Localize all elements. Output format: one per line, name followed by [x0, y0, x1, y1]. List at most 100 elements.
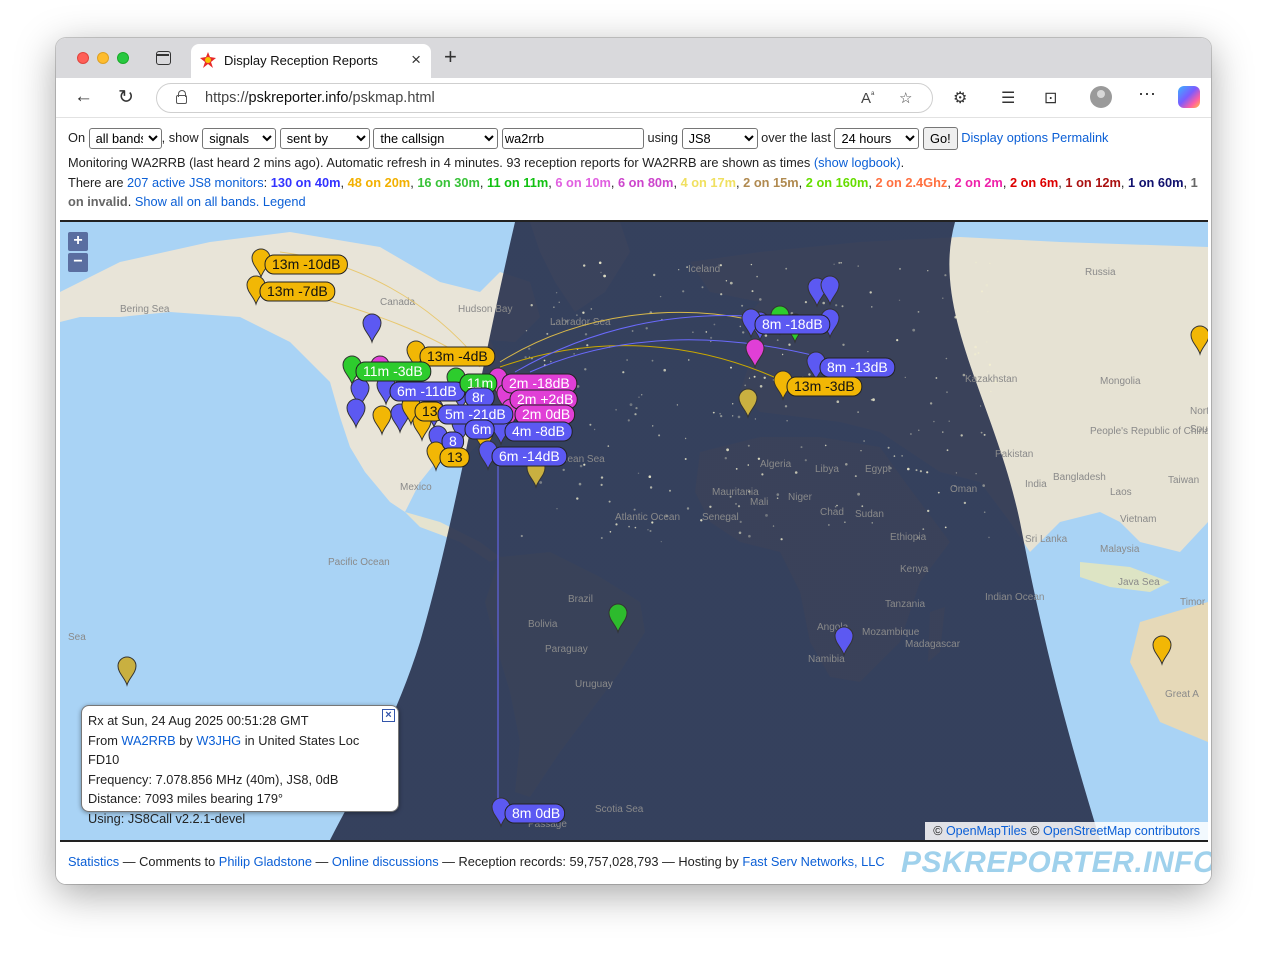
city-light: [600, 537, 603, 539]
openmaptiles-link[interactable]: OpenMapTiles: [946, 824, 1027, 838]
city-light: [927, 270, 929, 272]
minimize-window-button[interactable]: [97, 52, 109, 64]
city-light: [682, 290, 685, 293]
bands-prefix: There are: [68, 174, 124, 190]
read-aloud-icon[interactable]: Aᵃ: [861, 89, 874, 107]
place-label: Chad: [820, 507, 844, 518]
hosting-link[interactable]: Fast Serv Networks, LLC: [742, 854, 884, 869]
go-button[interactable]: Go!: [923, 127, 958, 150]
band-count[interactable]: 130 on 40m: [271, 175, 341, 190]
band-count[interactable]: 6 on 10m: [555, 175, 610, 190]
city-light: [709, 505, 712, 508]
city-light: [627, 419, 630, 422]
callsign-input[interactable]: [501, 128, 644, 149]
new-tab-icon[interactable]: +: [444, 44, 457, 70]
city-light: [786, 420, 788, 422]
reception-info-popup: × Rx at Sun, 24 Aug 2025 00:51:28 GMT Fr…: [81, 705, 399, 826]
spot-label[interactable]: 6m -14dB: [491, 446, 568, 467]
band-count[interactable]: 2 on 2m: [954, 175, 1002, 190]
city-light: [948, 420, 950, 422]
place-label: Brazil: [568, 594, 593, 605]
permalink-link[interactable]: Permalink: [1052, 130, 1109, 145]
author-link[interactable]: Philip Gladstone: [219, 854, 312, 869]
band-count[interactable]: 6 on 80m: [618, 175, 673, 190]
city-light: [824, 444, 827, 447]
back-arrow-icon[interactable]: ←: [74, 86, 93, 108]
spot-label[interactable]: 6m -11dB: [389, 381, 466, 402]
city-light: [982, 484, 985, 487]
tab-actions-icon[interactable]: [156, 51, 171, 65]
band-count[interactable]: 2 on 6m: [1010, 175, 1058, 190]
show-select[interactable]: signals: [202, 128, 277, 149]
reload-icon[interactable]: ↻: [118, 86, 134, 109]
by-callsign-link[interactable]: W3JHG: [196, 733, 241, 748]
city-light: [987, 311, 989, 313]
tab-active[interactable]: Display Reception Reports ×: [191, 44, 431, 78]
band-count[interactable]: 2 on 15m: [743, 175, 798, 190]
city-light: [688, 359, 690, 361]
reception-map[interactable]: Bering Sea Hudson Bay Labrador Sea Canada Ic…: [60, 220, 1208, 842]
maximize-window-button[interactable]: [117, 52, 129, 64]
band-count[interactable]: 2 on 160m: [806, 175, 869, 190]
city-light: [946, 449, 949, 452]
from-callsign-link[interactable]: WA2RRB: [121, 733, 175, 748]
band-count[interactable]: 1 on 60m: [1128, 175, 1183, 190]
spot-label[interactable]: 13m -7dB: [259, 281, 336, 302]
spot-label[interactable]: 8m -13dB: [819, 357, 896, 378]
display-options-link[interactable]: Display options: [961, 130, 1048, 145]
spot-label[interactable]: 13m -10dB: [264, 254, 348, 275]
spot-label[interactable]: 8m -18dB: [754, 314, 831, 335]
city-light: [626, 359, 628, 361]
spot-label[interactable]: 13m -3dB: [786, 376, 863, 397]
spot-label[interactable]: 13: [439, 447, 470, 468]
city-light: [983, 433, 986, 436]
zoom-in-button[interactable]: +: [68, 232, 88, 251]
popup-close-icon[interactable]: ×: [382, 709, 395, 722]
field-select[interactable]: the callsign: [373, 128, 499, 149]
mode-select[interactable]: JS8: [681, 128, 758, 149]
spot-label[interactable]: 4m -8dB: [504, 421, 573, 442]
spot-label[interactable]: 6m: [464, 419, 495, 440]
place-label: Taiwan: [1168, 475, 1199, 486]
close-window-button[interactable]: [77, 52, 89, 64]
city-light: [750, 263, 753, 266]
band-count[interactable]: 2 on 2.4Ghz: [876, 175, 948, 190]
copilot-icon[interactable]: [1178, 86, 1200, 108]
tab-close-icon[interactable]: ×: [411, 50, 421, 70]
spot-label[interactable]: 11m -3dB: [355, 361, 432, 382]
legend-link[interactable]: Legend: [263, 194, 306, 209]
profile-avatar[interactable]: [1090, 86, 1112, 108]
band-count[interactable]: 48 on 20m: [348, 175, 411, 190]
band-count[interactable]: 4 on 17m: [681, 175, 736, 190]
bands-select[interactable]: all bands: [88, 128, 162, 149]
band-count[interactable]: 1 on 12m: [1065, 175, 1120, 190]
place-label: Bering Sea: [120, 304, 170, 315]
popup-software: Using: JS8Call v2.2.1-devel: [88, 810, 246, 826]
city-light: [842, 343, 845, 346]
show-logbook-link[interactable]: (show logbook): [814, 155, 901, 170]
spot-label[interactable]: 13m -4dB: [419, 346, 496, 367]
direction-select[interactable]: sent by: [279, 128, 370, 149]
spot-label[interactable]: 8m 0dB: [504, 803, 566, 824]
favorite-star-icon[interactable]: ☆: [899, 89, 912, 107]
city-light: [887, 446, 890, 449]
statistics-link[interactable]: Statistics: [68, 854, 119, 869]
zoom-out-button[interactable]: −: [68, 253, 88, 272]
discussions-link[interactable]: Online discussions: [332, 854, 439, 869]
openstreetmap-link[interactable]: OpenStreetMap contributors: [1043, 824, 1200, 838]
period-select[interactable]: 24 hours: [834, 128, 920, 149]
show-all-bands-link[interactable]: Show all on all bands.: [135, 194, 260, 209]
spot-label-text: 4m -8dB: [512, 423, 565, 439]
favorites-icon[interactable]: ☰: [1001, 88, 1015, 108]
spot-label-text: 13m -3dB: [794, 378, 855, 394]
active-monitors-link[interactable]: 207 active JS8 monitors: [127, 175, 264, 190]
screenshot-icon[interactable]: ⊡: [1044, 88, 1057, 108]
band-count[interactable]: 11 on 11m: [487, 175, 548, 190]
spot-label[interactable]: 8r: [464, 387, 495, 408]
spot-label[interactable]: 2m 0dB: [514, 404, 576, 425]
extensions-icon[interactable]: ⚙: [953, 88, 967, 108]
city-light: [861, 505, 864, 508]
address-bar[interactable]: https://pskreporter.info/pskmap.html Aᵃ …: [156, 83, 933, 113]
more-menu-icon[interactable]: ⋯: [1138, 84, 1156, 105]
band-count[interactable]: 16 on 30m: [417, 175, 480, 190]
